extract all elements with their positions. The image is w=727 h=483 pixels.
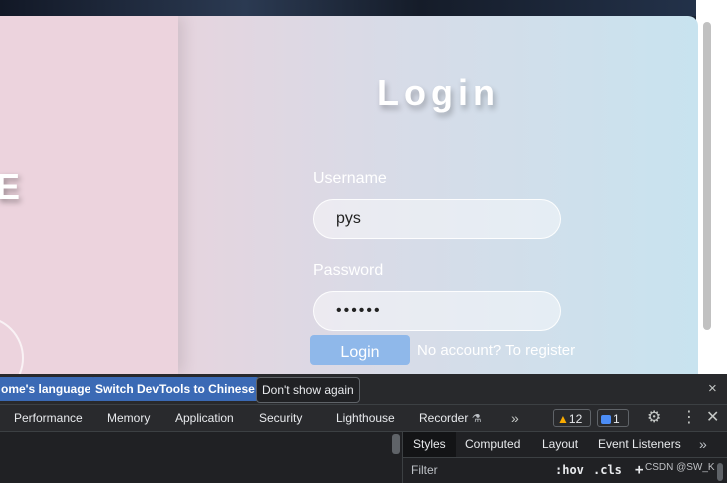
tab-recorder[interactable]: Recorder ⚗ (419, 405, 482, 431)
styles-subtabs: Styles Computed Layout Event Listeners » (403, 432, 727, 458)
messages-count: 1 (613, 412, 620, 426)
more-tabs-icon[interactable]: » (511, 405, 519, 431)
more-options-icon[interactable]: ⋮ (681, 405, 697, 431)
devtools-panel: ome's language Switch DevTools to Chines… (0, 374, 727, 483)
warnings-badge[interactable]: ▲12 (553, 409, 591, 427)
flask-icon: ⚗ (471, 413, 482, 425)
tab-performance[interactable]: Performance (14, 405, 83, 431)
cls-toggle[interactable]: .cls (593, 458, 622, 483)
decorative-circle (0, 316, 24, 374)
switch-devtools-chinese-button[interactable]: Switch DevTools to Chinese (90, 377, 260, 401)
more-subtabs-icon[interactable]: » (699, 432, 707, 457)
password-label: Password (313, 262, 384, 279)
register-link[interactable]: No account? To register (417, 342, 575, 359)
username-label: Username (313, 170, 387, 187)
warnings-count: 12 (568, 412, 583, 426)
tab-memory[interactable]: Memory (107, 405, 150, 431)
welcome-heading: E (0, 166, 21, 207)
background-image (0, 0, 700, 16)
subtab-styles[interactable]: Styles (403, 432, 456, 457)
tab-lighthouse[interactable]: Lighthouse (336, 405, 395, 431)
login-card: E Login Username Password (0, 16, 698, 374)
devtools-content: Styles Computed Layout Event Listeners »… (0, 432, 727, 483)
tab-recorder-label: Recorder (419, 411, 469, 425)
elements-scrollbar[interactable] (392, 434, 400, 454)
filter-input[interactable]: Filter (411, 458, 438, 483)
message-icon (601, 415, 611, 425)
login-title: Login (377, 72, 500, 113)
dont-show-again-button[interactable]: Don't show again (256, 377, 360, 403)
tab-application[interactable]: Application (175, 405, 234, 431)
language-infobar: ome's language Switch DevTools to Chines… (0, 374, 727, 405)
styles-scrollbar[interactable] (717, 463, 723, 481)
browser-viewport: E Login Username Password Login No accou… (0, 0, 727, 374)
add-rule-button[interactable]: + (635, 458, 643, 483)
close-devtools-icon[interactable]: ✕ (706, 405, 719, 431)
username-input[interactable] (313, 199, 561, 239)
watermark: CSDN @SW_K (645, 462, 715, 473)
tab-security[interactable]: Security (259, 405, 302, 431)
hov-toggle[interactable]: :hov (555, 458, 584, 483)
welcome-panel: E (0, 16, 178, 374)
subtab-layout[interactable]: Layout (542, 432, 578, 457)
subtab-event-listeners[interactable]: Event Listeners (598, 432, 681, 457)
set-language-button[interactable]: ome's language (0, 377, 97, 401)
gear-icon[interactable]: ⚙ (647, 405, 661, 431)
login-button[interactable]: Login (310, 335, 410, 365)
close-icon[interactable]: × (708, 380, 717, 397)
page-scrollbar-thumb[interactable] (703, 22, 711, 330)
warning-icon: ▲ (557, 412, 569, 426)
messages-badge[interactable]: 1 (597, 409, 629, 427)
password-input[interactable] (313, 291, 561, 331)
devtools-tabbar: Performance Memory Application Security … (0, 405, 727, 432)
subtab-computed[interactable]: Computed (465, 432, 520, 457)
